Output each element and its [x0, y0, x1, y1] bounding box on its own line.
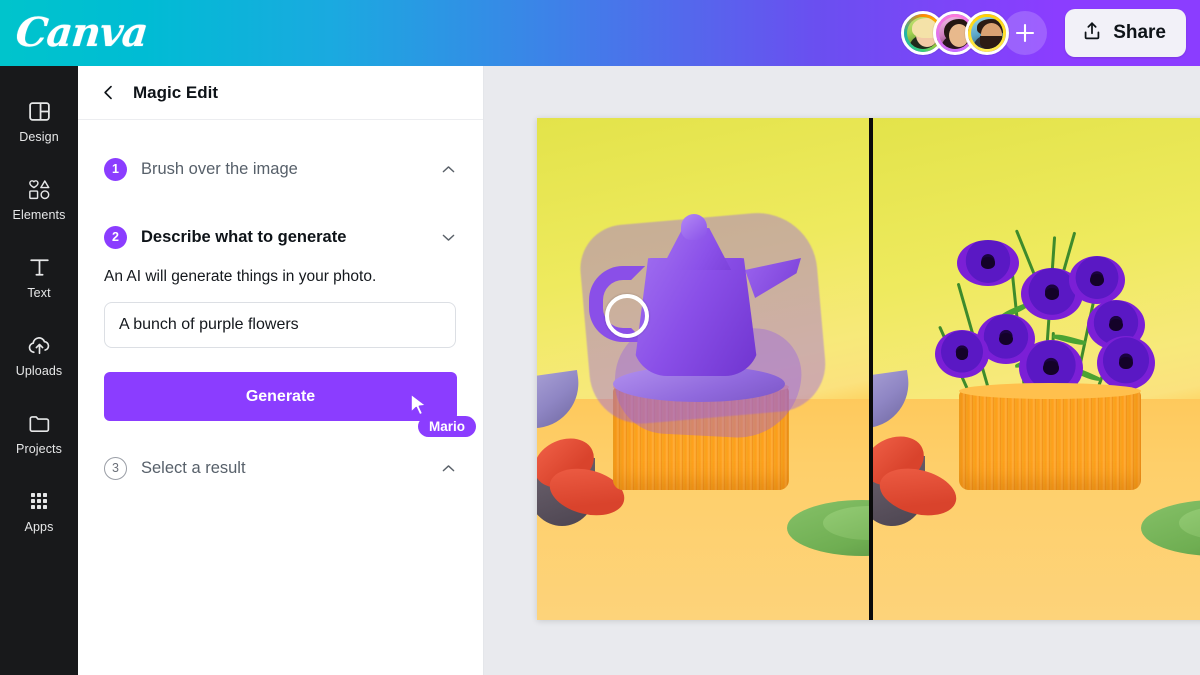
add-collaborator-button[interactable]: [1003, 11, 1048, 55]
left-rail: Design Elements Text Uploads Projects Ap…: [0, 66, 78, 675]
chevron-up-icon[interactable]: [440, 161, 457, 178]
sidebar-item-uploads[interactable]: Uploads: [0, 316, 78, 394]
grid-dots-icon: [27, 488, 51, 514]
orange-pedestal: [959, 383, 1141, 490]
generate-button[interactable]: Generate: [104, 372, 457, 421]
step-label: Describe what to generate: [141, 227, 347, 246]
share-label: Share: [1113, 22, 1166, 43]
teapot-knob: [681, 214, 707, 240]
teapot-body: [633, 258, 759, 376]
avatar-photo: [971, 17, 1004, 49]
back-chevron-icon[interactable]: [100, 84, 117, 101]
panel-description: An AI will generate things in your photo…: [104, 268, 377, 285]
purple-flower: [1069, 256, 1125, 304]
canva-logo[interactable]: Canva: [14, 9, 150, 56]
step-brush-over-the-image[interactable]: 1 Brush over the image: [104, 142, 457, 196]
share-button[interactable]: Share: [1065, 9, 1186, 57]
top-bar: Canva Share: [0, 0, 1200, 66]
after-image[interactable]: [873, 118, 1200, 620]
prompt-input[interactable]: A bunch of purple flowers: [104, 302, 456, 348]
before-image[interactable]: [537, 118, 869, 620]
chevron-down-icon[interactable]: [440, 229, 457, 246]
sidebar-item-label: Apps: [24, 520, 54, 534]
canva-editor: Canva Share Design Elements Text Uploads…: [0, 0, 1200, 675]
sidebar-item-label: Projects: [16, 442, 62, 456]
sidebar-item-design[interactable]: Design: [0, 82, 78, 160]
sidebar-item-text[interactable]: Text: [0, 238, 78, 316]
share-upload-icon: [1081, 20, 1103, 47]
panel-header: Magic Edit: [78, 66, 483, 120]
brush-circle-cursor: [605, 294, 649, 338]
collaborator-avatars: [901, 11, 1010, 55]
page-title: Magic Edit: [133, 82, 219, 102]
step-label: Select a result: [141, 458, 246, 477]
step-badge: 1: [104, 157, 127, 181]
avatar[interactable]: [965, 11, 1010, 55]
sidebar-item-label: Uploads: [15, 364, 63, 378]
sidebar-item-projects[interactable]: Projects: [0, 394, 78, 472]
sidebar-item-apps[interactable]: Apps: [0, 472, 78, 550]
plus-icon: [1014, 22, 1036, 44]
step-badge: 3: [104, 456, 127, 480]
image-comparison: [537, 118, 1200, 620]
magic-edit-panel: Magic Edit 1 Brush over the image 2 Desc…: [78, 66, 484, 675]
purple-flower: [1097, 336, 1155, 390]
purple-flower: [935, 330, 989, 378]
layout-panel-icon: [27, 98, 52, 124]
folder-icon: [27, 410, 52, 436]
text-t-icon: [27, 254, 52, 280]
design-canvas[interactable]: [484, 66, 1200, 675]
chevron-up-icon[interactable]: [440, 460, 457, 477]
panel-body: 1 Brush over the image 2 Describe what t…: [78, 142, 483, 495]
top-bar-right: Share: [901, 9, 1200, 57]
sidebar-item-label: Text: [27, 286, 51, 300]
cloud-upload-icon: [26, 332, 53, 358]
step-label: Brush over the image: [141, 159, 298, 178]
step-select-a-result[interactable]: 3 Select a result: [104, 441, 457, 495]
purple-flower: [957, 240, 1019, 286]
step-describe-what-to-generate[interactable]: 2 Describe what to generate: [104, 210, 457, 264]
shapes-icon: [26, 176, 53, 202]
step-badge: 2: [104, 225, 127, 249]
sidebar-item-label: Elements: [12, 208, 66, 222]
sidebar-item-label: Design: [19, 130, 59, 144]
sidebar-item-elements[interactable]: Elements: [0, 160, 78, 238]
